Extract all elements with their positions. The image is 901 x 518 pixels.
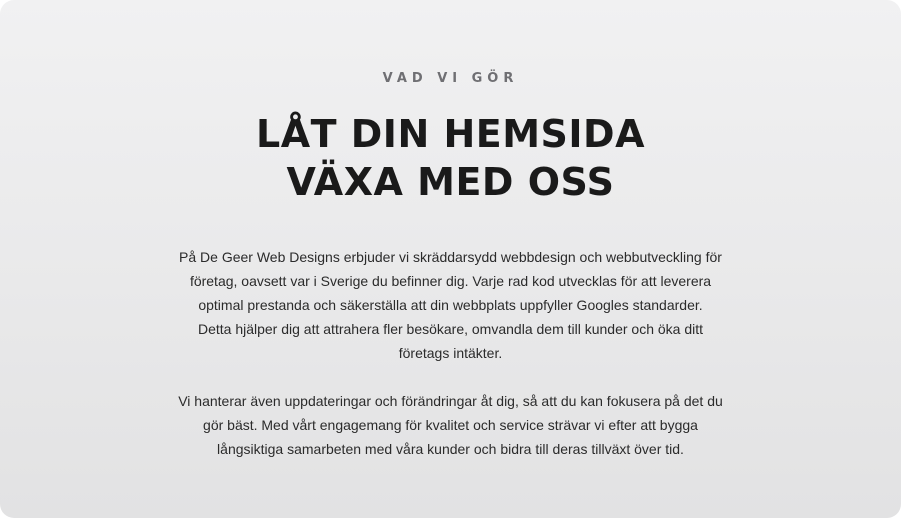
paragraph-line: Detta hjälper dig att attrahera fler bes…	[197, 321, 704, 337]
paragraph-1: På De Geer Web Designs erbjuder vi skräd…	[150, 245, 751, 365]
paragraph-2: Vi hanterar även uppdateringar och förän…	[150, 389, 751, 461]
section-headline: LÅT DIN HEMSIDA VÄXA MED OSS	[0, 110, 901, 206]
paragraph-line: optimal prestanda och säkerställa att di…	[198, 297, 703, 313]
paragraph-line: gör bäst. Med vårt engagemang för kvalit…	[203, 417, 698, 433]
services-section: VAD VI GÖR LÅT DIN HEMSIDA VÄXA MED OSS …	[0, 0, 901, 518]
headline-line: VÄXA MED OSS	[286, 160, 615, 204]
section-eyebrow: VAD VI GÖR	[382, 71, 519, 86]
headline-line: LÅT DIN HEMSIDA	[255, 112, 646, 156]
paragraph-line: företag, oavsett var i Sverige du befinn…	[189, 273, 712, 289]
paragraph-line: företags intäkter.	[398, 345, 503, 361]
paragraph-line: Vi hanterar även uppdateringar och förän…	[178, 393, 723, 409]
section-body: På De Geer Web Designs erbjuder vi skräd…	[150, 245, 751, 461]
paragraph-line: långsiktiga samarbeten med våra kunder o…	[217, 441, 684, 457]
paragraph-line: På De Geer Web Designs erbjuder vi skräd…	[179, 249, 722, 265]
